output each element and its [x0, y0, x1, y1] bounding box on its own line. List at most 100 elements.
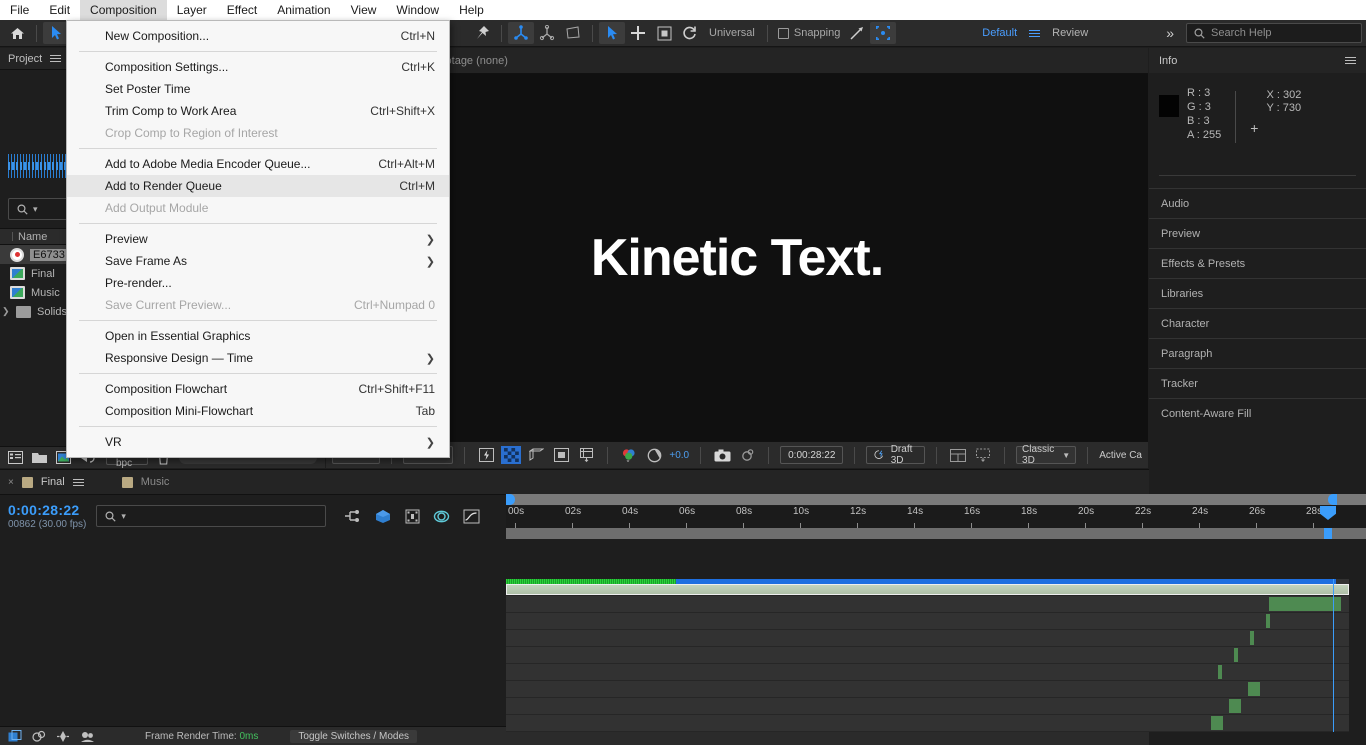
track-row-audio[interactable]	[506, 579, 1349, 596]
snap-target-icon[interactable]	[844, 22, 870, 44]
comp-flowchart-icon[interactable]	[8, 729, 22, 743]
track-row[interactable]	[506, 681, 1349, 698]
title-safe-icon[interactable]	[551, 446, 571, 464]
composition-mini-flowchart-icon[interactable]	[344, 509, 361, 523]
menu-item-trim-comp-to-work-area[interactable]: Trim Comp to Work Area Ctrl+Shift+X	[67, 100, 449, 122]
shy-icon[interactable]	[433, 509, 450, 524]
channels-icon[interactable]	[619, 446, 639, 464]
pan-behind-icon[interactable]	[625, 22, 651, 44]
workspace-overflow-icon[interactable]: »	[1160, 25, 1180, 41]
dock-panel-tracker[interactable]: Tracker	[1149, 368, 1366, 398]
draft-3d-icon[interactable]	[374, 509, 392, 524]
layer-duration-bar[interactable]	[1218, 665, 1222, 679]
menu-item-composition-mini-flowchart[interactable]: Composition Mini-Flowchart Tab	[67, 400, 449, 422]
close-icon[interactable]: ×	[8, 477, 14, 488]
menu-file[interactable]: File	[0, 0, 39, 20]
zoom-bar-handle[interactable]	[1324, 528, 1332, 539]
show-snapshot-icon[interactable]	[737, 446, 757, 464]
menu-item-save-frame-as[interactable]: Save Frame As ❯	[67, 250, 449, 272]
workspace-menu-icon[interactable]	[1029, 28, 1041, 39]
motion-blur-icon[interactable]	[56, 730, 70, 743]
view-axis-icon[interactable]	[560, 22, 586, 44]
timeline-tab-final[interactable]: Final	[41, 476, 65, 488]
menu-item-responsive-design-time[interactable]: Responsive Design — Time ❯	[67, 347, 449, 369]
menu-layer[interactable]: Layer	[167, 0, 217, 20]
menu-window[interactable]: Window	[386, 0, 449, 20]
orbit-rotation-icon[interactable]	[677, 22, 703, 44]
timeline-search-input[interactable]: ▾	[96, 505, 327, 527]
track-row[interactable]	[506, 630, 1349, 647]
toggle-switches-modes-button[interactable]: Toggle Switches / Modes	[290, 729, 418, 743]
puppet-pin-icon[interactable]	[469, 22, 495, 44]
view-layout-icon[interactable]	[948, 446, 968, 464]
snapshot-icon[interactable]	[712, 446, 732, 464]
layer-duration-bar[interactable]	[1211, 716, 1223, 730]
menu-view[interactable]: View	[341, 0, 387, 20]
layer-duration-bar[interactable]	[1248, 682, 1260, 696]
menu-item-preview[interactable]: Preview ❯	[67, 228, 449, 250]
local-axis-icon[interactable]	[508, 22, 534, 44]
workspace-default[interactable]: Default	[970, 27, 1029, 39]
timeline-zoom-bar[interactable]	[506, 528, 1366, 539]
snapping-toggle[interactable]: Snapping	[774, 27, 845, 39]
unified-camera-icon[interactable]	[599, 22, 625, 44]
menu-item-set-poster-time[interactable]: Set Poster Time	[67, 78, 449, 100]
menu-item-pre-render[interactable]: Pre-render...	[67, 272, 449, 294]
menu-edit[interactable]: Edit	[39, 0, 80, 20]
menu-item-add-to-render-queue[interactable]: Add to Render Queue Ctrl+M	[67, 175, 449, 197]
project-tab-label[interactable]: Project	[8, 53, 42, 65]
transparency-grid-icon[interactable]	[501, 446, 522, 464]
track-row[interactable]	[506, 596, 1349, 613]
comp-timecode[interactable]: 0:00:28:22	[780, 446, 844, 464]
frame-blend-icon[interactable]	[80, 730, 95, 743]
region-of-interest-icon[interactable]	[526, 446, 546, 464]
layer-duration-bar[interactable]	[1269, 597, 1341, 611]
track-row[interactable]	[506, 647, 1349, 664]
work-area-bar[interactable]	[506, 494, 1366, 505]
work-area-start-handle[interactable]	[506, 494, 515, 505]
track-row[interactable]	[506, 613, 1349, 630]
info-panel-title[interactable]: Info	[1159, 55, 1177, 67]
dock-panel-effects-presets[interactable]: Effects & Presets	[1149, 248, 1366, 278]
panel-menu-icon[interactable]	[72, 477, 84, 488]
fast-preview-icon[interactable]	[476, 446, 496, 464]
work-area-end-handle[interactable]	[1328, 494, 1337, 505]
workspace-review[interactable]: Review	[1040, 27, 1100, 39]
active-camera-label[interactable]: Active Ca	[1099, 450, 1142, 461]
menu-item-new-composition[interactable]: New Composition... Ctrl+N	[67, 25, 449, 47]
grid-guides-icon[interactable]	[576, 446, 596, 464]
panel-menu-icon[interactable]	[50, 53, 62, 64]
dock-panel-content-aware-fill[interactable]: Content-Aware Fill	[1149, 398, 1366, 428]
timeline-tracks[interactable]	[506, 579, 1349, 732]
timeline-tab-music[interactable]: Music	[141, 476, 170, 488]
menu-item-composition-flowchart[interactable]: Composition Flowchart Ctrl+Shift+F11	[67, 378, 449, 400]
exposure-icon[interactable]	[644, 446, 664, 464]
chevron-right-icon[interactable]: ❯	[2, 306, 10, 317]
track-row[interactable]	[506, 698, 1349, 715]
menu-item-vr[interactable]: VR ❯	[67, 431, 449, 453]
draft-3d-button[interactable]: Draft 3D	[866, 444, 926, 466]
dock-panel-paragraph[interactable]: Paragraph	[1149, 338, 1366, 368]
dock-panel-audio[interactable]: Audio	[1149, 188, 1366, 218]
layer-duration-bar[interactable]	[1250, 631, 1254, 645]
menu-animation[interactable]: Animation	[267, 0, 340, 20]
world-axis-icon[interactable]	[534, 22, 560, 44]
track-row[interactable]	[506, 715, 1349, 732]
universal-label[interactable]: Universal	[703, 27, 761, 39]
timeline-ruler[interactable]: 00s 02s 04s 06s 08s 10s 12s 14s 16s 18s …	[506, 494, 1366, 539]
exposure-value[interactable]: +0.0	[669, 450, 689, 461]
audio-layer-bar[interactable]	[506, 584, 1349, 595]
layer-duration-bar[interactable]	[1234, 648, 1238, 662]
graph-editor-icon[interactable]	[463, 509, 480, 524]
shy-layers-icon[interactable]	[32, 730, 46, 743]
menu-help[interactable]: Help	[449, 0, 494, 20]
menu-item-open-in-essential-graphics[interactable]: Open in Essential Graphics	[67, 325, 449, 347]
timeline-playhead[interactable]	[1333, 579, 1334, 732]
current-time-display[interactable]: 0:00:28:22 00862 (30.00 fps)	[8, 502, 86, 530]
layer-duration-bar[interactable]	[1266, 614, 1270, 628]
menu-item-add-to-adobe-media-encoder-queue[interactable]: Add to Adobe Media Encoder Queue... Ctrl…	[67, 153, 449, 175]
dock-panel-preview[interactable]: Preview	[1149, 218, 1366, 248]
menu-composition[interactable]: Composition	[80, 0, 167, 20]
track-z-icon[interactable]	[651, 22, 677, 44]
new-comp-icon[interactable]	[8, 451, 23, 464]
